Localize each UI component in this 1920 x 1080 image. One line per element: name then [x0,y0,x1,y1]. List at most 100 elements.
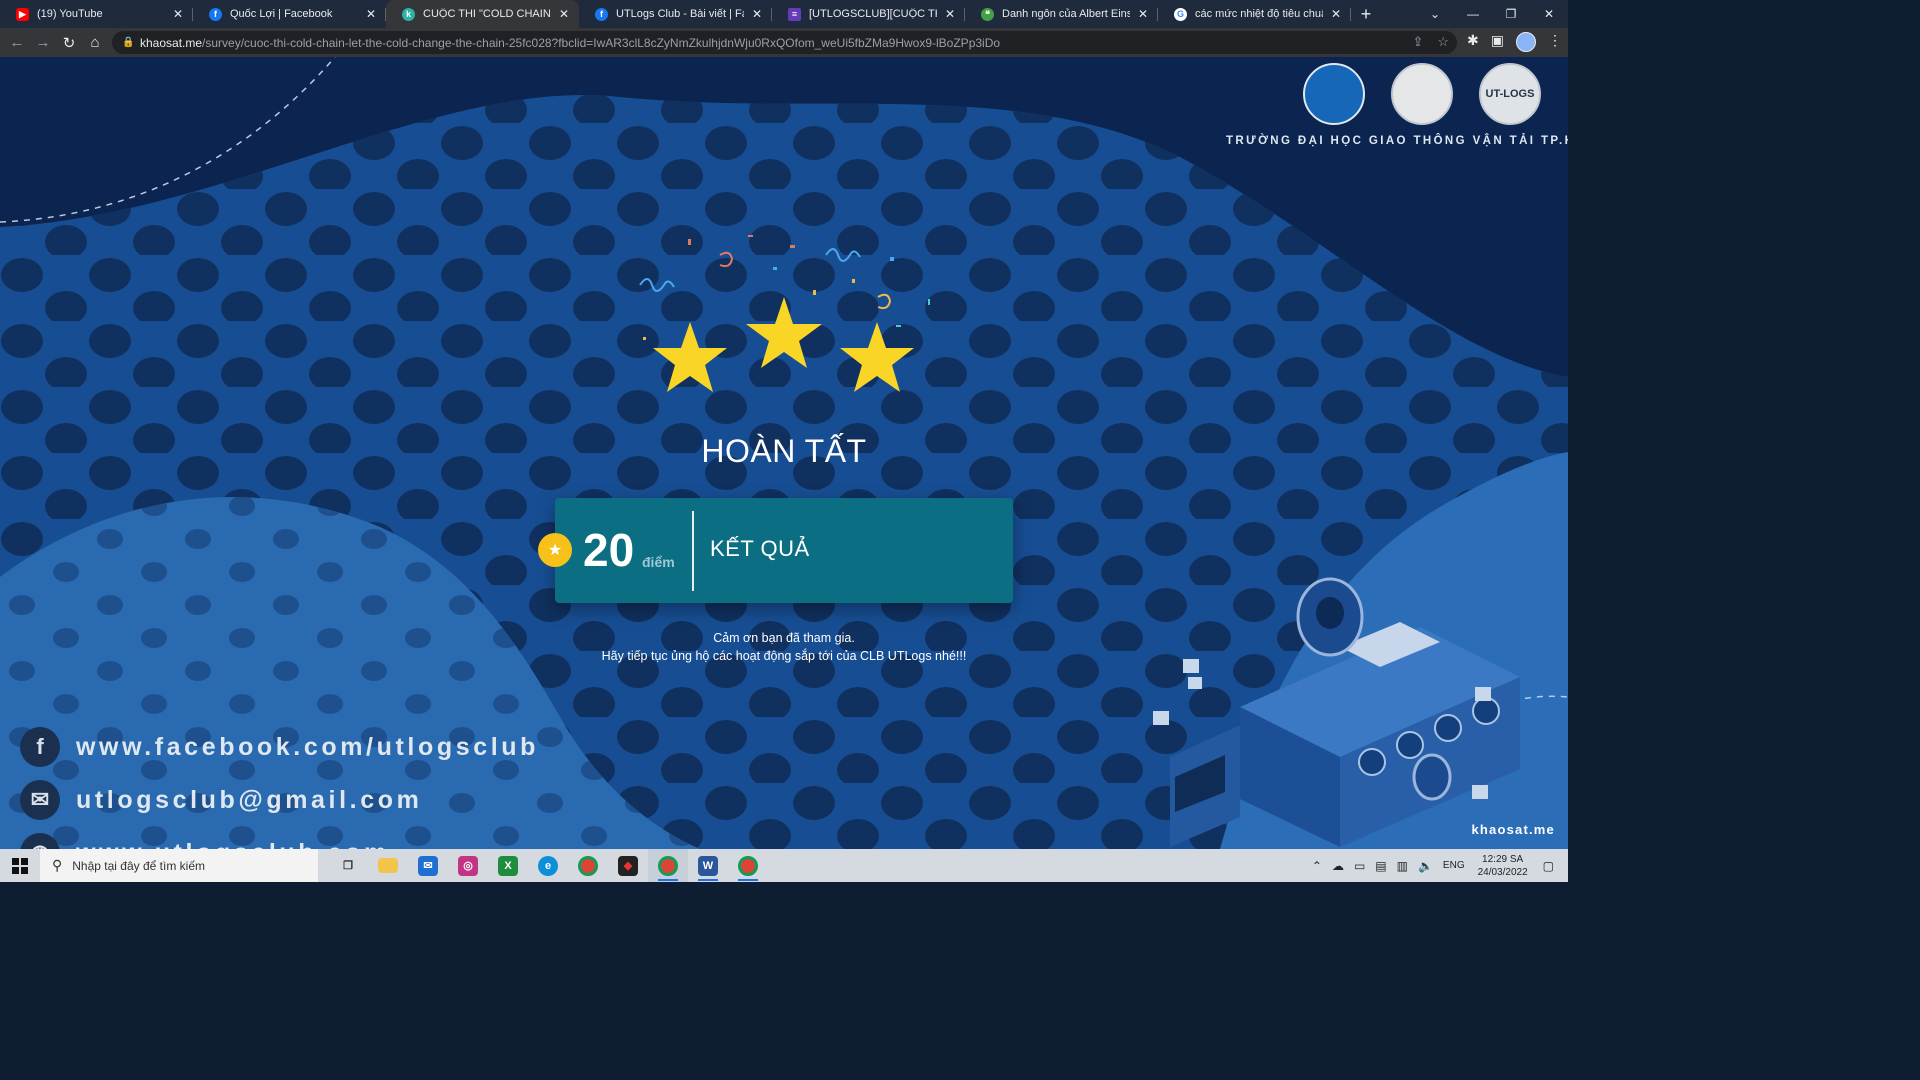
star-icon [746,297,822,368]
result-card: ★ 20 điểm KẾT QUẢ [538,498,1013,603]
forms-icon: ≡ [788,7,801,21]
clock-time: 12:29 SA [1482,853,1524,865]
clock-date: 24/03/2022 [1477,866,1528,878]
windows-logo-icon [12,857,28,874]
chevron-up-icon[interactable]: ⌃ [1312,859,1322,873]
battery-icon[interactable]: ▭ [1354,859,1365,873]
browser-tab[interactable]: G các mức nhiệt độ tiêu chuẩn phổ ✕ [1158,0,1351,28]
bookmark-star-icon[interactable]: ☆ [1437,34,1449,50]
chrome-icon[interactable] [568,849,608,882]
browser-tab[interactable]: ▶ (19) YouTube ✕ [0,0,193,28]
share-icon[interactable]: ⇪ [1412,34,1423,50]
completion-title: HOÀN TẤT [701,433,867,469]
facebook-icon: f [595,7,608,21]
rating-stars [653,297,914,392]
word-icon[interactable]: W [688,849,728,882]
survey-result-page: UT-LOGS TRƯỜNG ĐẠI HỌC GIAO THÔNG VẬN TẢ… [0,57,1568,849]
tab-title: (19) YouTube [37,8,103,20]
tab-title: Danh ngôn của Albert Einstein [1002,8,1130,20]
student-union-logo [1303,63,1365,125]
score-star-icon: ★ [538,533,572,567]
profile-avatar[interactable] [1516,32,1536,52]
chrome-icon[interactable] [648,849,688,882]
cloud-icon[interactable]: ☁ [1332,859,1344,873]
contact-text: www.utlogsclub.com [76,839,390,850]
url-path: /survey/cuoc-thi-cold-chain-let-the-cold… [202,35,1001,50]
edge-icon[interactable]: e [528,849,568,882]
search-placeholder: Nhập tại đây để tìm kiếm [72,858,205,873]
start-button[interactable] [0,849,40,882]
site-watermark: khaosat.me [1471,822,1555,837]
volume-icon[interactable]: 🔈 [1418,859,1433,873]
window-controls: ⌄ — ❐ ✕ [1416,0,1568,28]
globe-icon: ◍ [20,833,60,849]
windows-taskbar: ⚲ Nhập tại đây để tìm kiếm ❐ ✉ ◎ X e ◆ W… [0,849,1568,882]
extensions-icon[interactable]: ✱ [1467,32,1479,52]
close-tab-icon[interactable]: ✕ [943,7,957,21]
khaosat-icon: k [402,7,415,21]
utlogs-logo: UT-LOGS [1479,63,1541,125]
quote-site-icon: ❝ [981,7,994,21]
tab-search-icon[interactable]: ⌄ [1416,0,1454,28]
score-value: 20 [583,524,635,576]
tab-title: CUỘC THI "COLD CHAIN - LET THE [423,8,551,20]
close-window-icon[interactable]: ✕ [1530,0,1568,28]
clock[interactable]: 12:29 SA 24/03/2022 [1478,853,1528,879]
tab-title: các mức nhiệt độ tiêu chuẩn phổ [1195,8,1323,20]
browser-tab[interactable]: ❝ Danh ngôn của Albert Einstein ✕ [965,0,1158,28]
minimize-icon[interactable]: — [1454,0,1492,28]
notifications-icon[interactable]: ▢ [1543,859,1554,873]
tab-title: [UTLOGSCLUB][CUỘC THI "COLD [809,8,937,20]
close-tab-icon[interactable]: ✕ [364,7,378,21]
browser-tab[interactable]: f Quốc Lợi | Facebook ✕ [193,0,386,28]
browser-tab-strip: ▶ (19) YouTube ✕ f Quốc Lợi | Facebook ✕… [0,0,1568,28]
network-icon[interactable]: ▥ [1397,859,1408,873]
task-view-icon[interactable]: ❐ [328,849,368,882]
youtube-icon: ▶ [16,7,29,21]
browser-tab[interactable]: f UTLogs Club - Bài viết | Facebook ✕ [579,0,772,28]
lock-icon[interactable]: 🔒 [122,37,140,48]
instagram-icon[interactable]: ◎ [448,849,488,882]
close-tab-icon[interactable]: ✕ [1136,7,1150,21]
result-label: KẾT QUẢ [710,536,810,561]
star-icon [653,322,727,392]
facebook-icon: f [20,727,60,767]
xbox-icon[interactable]: X [488,849,528,882]
home-icon[interactable]: ⌂ [82,30,108,56]
score-unit: điểm [642,554,675,570]
close-tab-icon[interactable]: ✕ [557,7,571,21]
contact-text: utlogsclub@gmail.com [76,785,423,814]
meet-icon[interactable]: ▤ [1375,859,1386,873]
language-indicator[interactable]: ENG [1443,860,1465,871]
close-tab-icon[interactable]: ✕ [171,7,185,21]
taskbar-search[interactable]: ⚲ Nhập tại đây để tìm kiếm [40,849,318,882]
star-icon [840,322,914,392]
search-icon: ⚲ [52,857,63,873]
close-tab-icon[interactable]: ✕ [750,7,764,21]
restore-icon[interactable]: ❐ [1492,0,1530,28]
close-tab-icon[interactable]: ✕ [1329,7,1343,21]
mail-icon[interactable]: ✉ [408,849,448,882]
address-bar[interactable]: 🔒 khaosat.me /survey/cuoc-thi-cold-chain… [112,31,1457,54]
back-icon[interactable]: ← [4,30,30,56]
divider [692,511,694,591]
facebook-icon: f [209,7,222,21]
browser-tab[interactable]: ≡ [UTLOGSCLUB][CUỘC THI "COLD ✕ [772,0,965,28]
faculty-logo [1391,63,1453,125]
google-icon: G [1174,7,1187,21]
menu-icon[interactable]: ⋮ [1548,32,1562,52]
file-explorer-icon[interactable] [368,849,408,882]
reload-icon[interactable]: ↻ [56,30,82,56]
new-tab-button[interactable]: + [1351,0,1381,28]
chrome-icon[interactable] [728,849,768,882]
browser-toolbar: ← → ↻ ⌂ 🔒 khaosat.me /survey/cuoc-thi-co… [0,28,1568,57]
system-tray: ⌃ ☁ ▭ ▤ ▥ 🔈 ENG 12:29 SA 24/03/2022 ▢ [1307,849,1568,882]
tab-title: UTLogs Club - Bài viết | Facebook [616,8,744,20]
game-icon[interactable]: ◆ [608,849,648,882]
browser-tab-active[interactable]: k CUỘC THI "COLD CHAIN - LET THE ✕ [386,0,579,28]
contact-text: www.facebook.com/utlogsclub [76,732,539,761]
contact-email: ✉ utlogsclub@gmail.com [20,780,422,820]
side-panel-icon[interactable]: ▣ [1491,32,1504,52]
tab-title: Quốc Lợi | Facebook [230,8,333,20]
forward-icon[interactable]: → [30,30,56,56]
